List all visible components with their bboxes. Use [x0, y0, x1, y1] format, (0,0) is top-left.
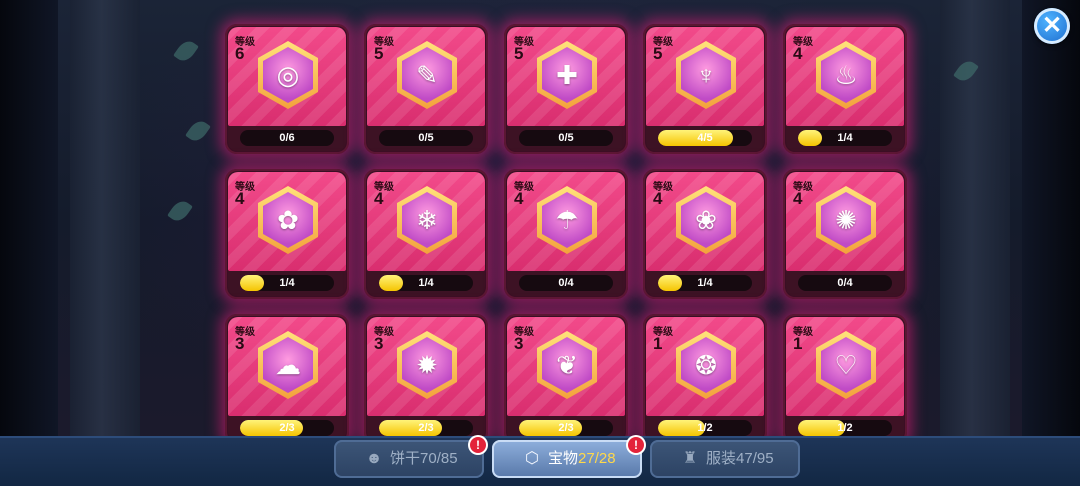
tab-count: 70/85 [420, 450, 458, 467]
level-number: 3 [235, 334, 245, 353]
tab-count: 47/95 [736, 450, 774, 467]
progress-bar: 1/2 [798, 420, 892, 436]
tab-costumes[interactable]: ♜ 服装47/95 [650, 440, 800, 478]
shirt-icon: ♜ [682, 450, 698, 467]
progress-text: 0/5 [418, 132, 434, 144]
mirror-treasure-icon: ◎ [276, 59, 300, 90]
tab-name: 服装 [706, 450, 737, 467]
progress-text: 0/4 [558, 277, 574, 289]
progress-text: 0/5 [558, 132, 574, 144]
pouch-treasure-icon: ☂ [555, 204, 579, 235]
progress-text: 1/4 [837, 132, 853, 144]
progress-text: 0/4 [837, 277, 853, 289]
tab-label: 服装47/95 [706, 440, 774, 478]
level-number: 1 [793, 334, 803, 353]
level-number: 3 [514, 334, 524, 353]
progress-text: 2/3 [558, 422, 574, 434]
progress-bar: 1/4 [379, 275, 473, 291]
right-dark-edge [1022, 0, 1080, 484]
coral-reef-treasure-icon: ✹ [416, 349, 438, 380]
progress-text: 2/3 [418, 422, 434, 434]
progress-text: 1/2 [697, 422, 713, 434]
progress-text: 0/6 [279, 132, 295, 144]
progress-bar: 0/5 [519, 130, 613, 146]
progress-bar: 0/5 [379, 130, 473, 146]
progress-text: 1/2 [837, 422, 853, 434]
treasure-card[interactable]: 等级 4 ❀ 1/4 [643, 169, 767, 299]
level-number: 4 [514, 189, 524, 208]
tab-cookies[interactable]: ☻ 饼干70/85 [334, 440, 484, 478]
treasure-card[interactable]: 等级 5 ✚ 0/5 [504, 24, 628, 154]
level-number: 4 [793, 189, 803, 208]
level-number: 5 [514, 44, 524, 63]
progress-bar: 4/5 [658, 130, 752, 146]
level-number: 4 [374, 189, 384, 208]
alert-badge-icon: ! [628, 437, 644, 453]
treasure-card[interactable]: 等级 3 ☁ 2/3 [225, 314, 349, 444]
treasure-card[interactable]: 等级 5 ✎ 0/5 [364, 24, 488, 154]
progress-text: 1/4 [418, 277, 434, 289]
progress-bar: 2/3 [379, 420, 473, 436]
treasure-card[interactable]: 等级 4 ✺ 0/4 [783, 169, 907, 299]
tab-label: 饼干70/85 [390, 440, 458, 478]
treasure-card[interactable]: 等级 1 ❂ 1/2 [643, 314, 767, 444]
alert-badge-icon: ! [470, 437, 486, 453]
progress-bar: 1/4 [658, 275, 752, 291]
level-number: 4 [793, 44, 803, 63]
treasure-hex-icon: ⬡ [525, 450, 539, 467]
treasure-card[interactable]: 等级 3 ❦ 2/3 [504, 314, 628, 444]
treasure-card[interactable]: 等级 4 ❄ 1/4 [364, 169, 488, 299]
level-number: 4 [653, 189, 663, 208]
treasure-card[interactable]: 等级 4 ☂ 0/4 [504, 169, 628, 299]
tab-name: 饼干 [390, 450, 421, 467]
bowl-treasure-icon: ❂ [695, 349, 717, 380]
treasure-card[interactable]: 等级 3 ✹ 2/3 [364, 314, 488, 444]
flower-treasure-icon: ✿ [277, 204, 299, 235]
ghost-treasure-icon: ☁ [275, 349, 301, 380]
treasure-card[interactable]: 等级 1 ♡ 1/2 [783, 314, 907, 444]
tab-count: 27/28 [578, 450, 616, 467]
nest-treasure-icon: ✺ [835, 204, 857, 235]
level-number: 6 [235, 44, 245, 63]
treasure-card[interactable]: 等级 4 ♨ 1/4 [783, 24, 907, 154]
left-dark-edge [0, 0, 58, 484]
pink-swirl-treasure-icon: ♡ [834, 349, 858, 380]
tab-name: 宝物 [548, 450, 579, 467]
treasure-card[interactable]: 等级 5 ♆ 4/5 [643, 24, 767, 154]
progress-text: 1/4 [279, 277, 295, 289]
close-button[interactable]: ✕ [1034, 8, 1070, 44]
coral-treasure-icon: ❄ [416, 204, 438, 235]
progress-bar: 1/4 [240, 275, 334, 291]
level-number: 5 [653, 44, 663, 63]
progress-text: 1/4 [697, 277, 713, 289]
tab-label: 宝物27/28 [548, 440, 616, 478]
scroll-treasure-icon: ✎ [416, 59, 438, 90]
level-number: 1 [653, 334, 663, 353]
flame-treasure-icon: ♨ [834, 59, 858, 90]
progress-text: 2/3 [279, 422, 295, 434]
progress-text: 4/5 [697, 132, 713, 144]
progress-bar: 2/3 [240, 420, 334, 436]
tab-treasures[interactable]: ⬡ 宝物27/28 [492, 440, 642, 478]
progress-bar: 1/4 [798, 130, 892, 146]
progress-bar: 0/4 [798, 275, 892, 291]
cookie-icon: ☻ [365, 450, 383, 467]
level-number: 4 [235, 189, 245, 208]
berry-treasure-icon: ❦ [556, 349, 578, 380]
progress-bar: 1/2 [658, 420, 752, 436]
left-pillar [70, 0, 140, 440]
bandage-treasure-icon: ✚ [556, 59, 578, 90]
wreath-treasure-icon: ❀ [695, 204, 717, 235]
progress-bar: 2/3 [519, 420, 613, 436]
treasure-card[interactable]: 等级 4 ✿ 1/4 [225, 169, 349, 299]
level-number: 3 [374, 334, 384, 353]
progress-bar: 0/4 [519, 275, 613, 291]
treasure-card[interactable]: 等级 6 ◎ 0/6 [225, 24, 349, 154]
dragon-treasure-icon: ♆ [696, 59, 716, 90]
progress-bar: 0/6 [240, 130, 334, 146]
level-number: 5 [374, 44, 384, 63]
